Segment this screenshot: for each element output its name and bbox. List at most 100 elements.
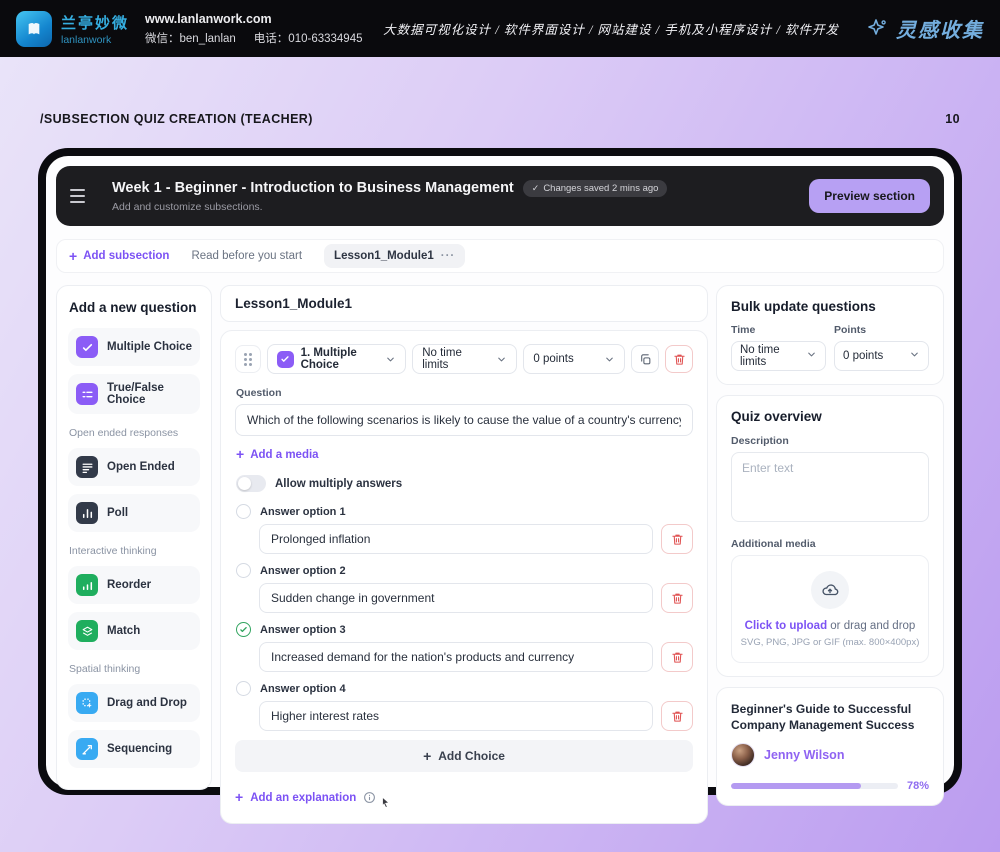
course-title: Beginner's Guide to Successful Company M…: [731, 701, 929, 733]
click-to-upload-link[interactable]: Click to upload: [745, 620, 827, 632]
preview-section-button[interactable]: Preview section: [809, 179, 930, 213]
question-input[interactable]: [235, 404, 693, 436]
chevron-down-icon: [496, 354, 507, 365]
sidebar-item-multiple-choice[interactable]: Multiple Choice: [68, 328, 200, 366]
list-icon: [76, 383, 98, 405]
trash-icon: [671, 592, 684, 605]
tab-lesson1-module1[interactable]: Lesson1_Module1: [324, 244, 465, 268]
trash-icon: [671, 710, 684, 723]
text-lines-icon: [76, 456, 98, 478]
sparkle-star-icon: [865, 17, 889, 41]
allow-multiple-toggle[interactable]: [236, 475, 266, 492]
delete-option-button[interactable]: [661, 583, 693, 613]
page-title: /SUBSECTION QUIZ CREATION (TEACHER): [40, 112, 313, 126]
duplicate-question-button[interactable]: [631, 345, 659, 373]
sidebar-section-open-ended: Open ended responses: [69, 427, 199, 439]
correct-answer-radio[interactable]: [236, 681, 251, 696]
quiz-overview-title: Quiz overview: [731, 409, 929, 424]
sidebar-item-drag-and-drop[interactable]: Drag and Drop: [68, 684, 200, 722]
progress-bar: [731, 783, 898, 789]
sidebar-item-true-false[interactable]: True/False Choice: [68, 374, 200, 414]
tab-read-before-you-start[interactable]: Read before you start: [191, 250, 302, 262]
trash-icon: [673, 353, 686, 366]
chevron-down-icon: [909, 349, 920, 363]
question-types-sidebar: Add a new question Multiple Choice True/…: [56, 285, 212, 790]
app-window: Week 1 - Beginner - Introduction to Busi…: [38, 148, 962, 795]
drag-dots-icon: [244, 353, 252, 366]
mouse-cursor-icon: [379, 795, 393, 810]
plus-icon: [423, 749, 431, 764]
chevron-down-icon: [806, 349, 817, 363]
correct-answer-radio[interactable]: [236, 563, 251, 578]
section-subtitle: Add and customize subsections.: [112, 201, 667, 213]
cloud-upload-icon: [821, 581, 839, 599]
brand-website: www.lanlanwork.com: [145, 12, 362, 26]
add-subsection-button[interactable]: Add subsection: [69, 249, 169, 264]
correct-answer-radio[interactable]: [236, 504, 251, 519]
description-label: Description: [731, 435, 929, 447]
chevron-down-icon: [385, 354, 396, 365]
question-type-select[interactable]: 1. Multiple Choice: [267, 344, 407, 374]
quiz-overview-card: Quiz overview Description Additional med…: [716, 395, 944, 677]
sidebar-section-interactive: Interactive thinking: [69, 545, 199, 557]
answer-option-input[interactable]: [259, 701, 653, 731]
drag-drop-icon: [76, 692, 98, 714]
sidebar-item-match[interactable]: Match: [68, 612, 200, 650]
trend-arrow-icon: [76, 738, 98, 760]
progress-fill: [731, 783, 861, 789]
time-label: Time: [731, 324, 826, 336]
sidebar-title: Add a new question: [69, 300, 199, 315]
sidebar-item-open-ended[interactable]: Open Ended: [68, 448, 200, 486]
brand-text: 兰亭妙微 lanlanwork: [61, 12, 129, 46]
answer-option-input[interactable]: [259, 524, 653, 554]
collect-label: 灵感收集: [896, 14, 984, 43]
question-card: 1. Multiple Choice No time limits 0 poin…: [220, 330, 708, 824]
add-media-button[interactable]: Add a media: [236, 447, 692, 462]
drag-handle[interactable]: [235, 345, 261, 373]
right-panel: Bulk update questions Time No time limit…: [716, 285, 944, 790]
delete-question-button[interactable]: [665, 345, 693, 373]
sidebar-item-sequencing[interactable]: Sequencing: [68, 730, 200, 768]
brand-name-en: lanlanwork: [61, 34, 129, 46]
copy-icon: [639, 353, 652, 366]
answer-option-row: Answer option 2: [235, 563, 693, 613]
sidebar-item-poll[interactable]: Poll: [68, 494, 200, 532]
ascending-bars-icon: [76, 574, 98, 596]
points-label: Points: [834, 324, 929, 336]
answer-option-input[interactable]: [259, 642, 653, 672]
delete-option-button[interactable]: [661, 701, 693, 731]
chevron-down-icon: [604, 354, 615, 365]
delete-option-button[interactable]: [661, 524, 693, 554]
brand-contact-block: www.lanlanwork.com 微信：ben_lanlan 电话：010-…: [145, 12, 362, 46]
subsection-title-field[interactable]: Lesson1_Module1: [220, 285, 708, 322]
bulk-points-select[interactable]: 0 points: [834, 341, 929, 371]
delete-option-button[interactable]: [661, 642, 693, 672]
author-name[interactable]: Jenny Wilson: [764, 748, 844, 762]
trash-icon: [671, 533, 684, 546]
media-upload-dropzone[interactable]: Click to upload or drag and drop SVG, PN…: [731, 555, 929, 663]
changes-saved-badge: Changes saved 2 mins ago: [523, 180, 668, 197]
points-select[interactable]: 0 points: [523, 344, 625, 374]
page-number: 10: [945, 112, 960, 126]
add-choice-button[interactable]: Add Choice: [235, 740, 693, 772]
description-textarea[interactable]: [731, 452, 929, 522]
branding-topbar: 兰亭妙微 lanlanwork www.lanlanwork.com 微信：be…: [0, 0, 1000, 57]
bulk-time-select[interactable]: No time limits: [731, 341, 826, 371]
menu-icon[interactable]: [70, 182, 98, 210]
answer-option-row: Answer option 3: [235, 622, 693, 672]
answer-option-input[interactable]: [259, 583, 653, 613]
question-label: Question: [236, 387, 692, 399]
answer-option-row: Answer option 1: [235, 504, 693, 554]
sidebar-item-reorder[interactable]: Reorder: [68, 566, 200, 604]
bar-chart-icon: [76, 502, 98, 524]
upload-drag-text: or drag and drop: [827, 620, 915, 632]
tab-options-icon[interactable]: [441, 250, 456, 262]
time-limit-select[interactable]: No time limits: [412, 344, 517, 374]
bulk-update-title: Bulk update questions: [731, 299, 929, 314]
plus-icon: [235, 790, 243, 805]
add-explanation-button[interactable]: Add an explanation: [235, 785, 693, 810]
correct-answer-radio-selected[interactable]: [236, 622, 251, 637]
layers-icon: [76, 620, 98, 642]
check-icon: [76, 336, 98, 358]
brand-wechat: 微信：ben_lanlan: [145, 30, 236, 46]
